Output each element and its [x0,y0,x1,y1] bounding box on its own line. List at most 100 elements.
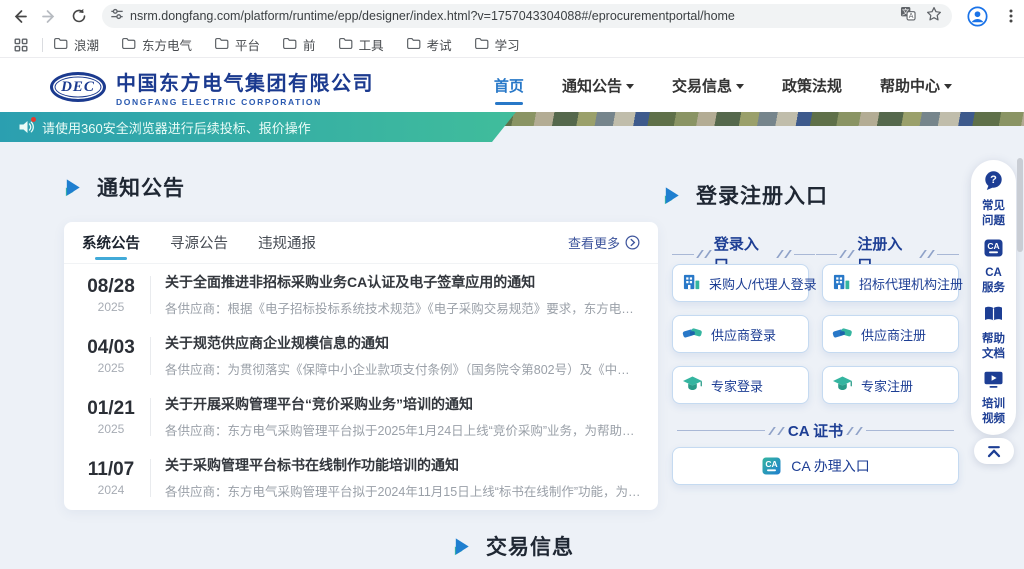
circle-arrow-icon [625,235,640,250]
bookmark-label: 平台 [235,35,260,54]
login-entry-button[interactable]: 专家登录 [672,366,809,404]
register-entry-button[interactable]: 招标代理机构注册 [822,264,959,302]
ca-cert-header: CA 证书 [666,420,965,441]
site-settings-icon[interactable] [110,7,124,26]
bookmark-folder[interactable]: 前 [282,35,316,54]
announcements-card: 系统公告 寻源公告 违规通报 查看更多 [64,222,658,510]
announcement-row[interactable]: 08/28 2025 关于全面推进非招标采购业务CA认证及电子签章应用的通知 各… [64,264,658,325]
announcement-row[interactable]: 04/03 2025 关于规范供应商企业规模信息的通知 各供应商：为贯彻落实《保… [64,325,658,386]
translate-icon[interactable]: 文A [900,6,916,26]
bookmark-folder[interactable]: 学习 [474,35,520,54]
entry-button-icon [832,375,853,395]
divider [150,337,151,375]
site-header: DEC 中国东方电气集团有限公司 DONGFANG ELECTRIC CORPO… [0,58,1024,112]
announcement-title[interactable]: 关于采购管理平台标书在线制作功能培训的通知 [165,455,642,475]
announcement-title[interactable]: 关于全面推进非招标采购业务CA认证及电子签章应用的通知 [165,272,642,292]
browser-window: nsrm.dongfang.com/platform/runtime/epp/d… [0,0,1024,569]
login-entry-button[interactable]: 采购人/代理人登录 [672,264,809,302]
sidebar-item-label: 培训视频 [981,397,1007,427]
chevron-down-icon [626,84,634,89]
company-name-cn: 中国东方电气集团有限公司 [116,67,374,96]
sidebar-quick-item[interactable]: 培训视频 [979,370,1009,427]
browser-menu-icon[interactable] [998,3,1024,29]
divider [150,276,151,314]
announcement-tab[interactable]: 系统公告 [82,222,140,264]
profile-avatar[interactable] [964,3,990,29]
forward-icon[interactable] [36,3,62,29]
announcement-title[interactable]: 关于规范供应商企业规模信息的通知 [165,333,642,353]
speaker-icon [18,119,36,135]
training-video-icon [983,370,1004,389]
bookmark-folder[interactable]: 工具 [338,35,384,54]
sidebar-item-icon [983,370,1004,394]
nav-item-label: 交易信息 [672,75,732,96]
view-more-link[interactable]: 查看更多 [568,233,640,252]
announcement-desc: 各供应商：东方电气采购管理平台拟于2024年11月15日上线“标书在线制作”功能… [165,481,642,500]
svg-text:CA: CA [766,459,778,469]
login-entry-button[interactable]: 供应商登录 [672,315,809,353]
announcement-list: 08/28 2025 关于全面推进非招标采购业务CA认证及电子签章应用的通知 各… [64,264,658,508]
sidebar-item-label: CA服务 [981,266,1007,296]
register-entry-button[interactable]: 专家注册 [822,366,959,404]
svg-text:A: A [909,13,914,20]
announcement-tab[interactable]: 违规通报 [258,222,316,264]
bookmark-folder[interactable]: 东方电气 [121,35,192,54]
sidebar-quick-item[interactable]: ? 常见问题 [979,170,1009,229]
bookmark-label: 学习 [495,35,520,54]
back-icon[interactable] [6,3,32,29]
ca-entry-button[interactable]: CA CA 办理入口 [672,447,959,485]
tab-label: 寻源公告 [170,232,228,253]
nav-item-label: 帮助中心 [880,75,940,96]
handshake-icon [832,325,853,341]
chevron-down-icon [736,84,744,89]
bookmark-label: 浪潮 [74,35,99,54]
bookmark-folder[interactable]: 考试 [406,35,452,54]
back-to-top-icon [985,445,1003,458]
entry-button-icon [832,325,853,344]
bookmark-label: 前 [303,35,316,54]
entry-button-icon [682,273,701,294]
reload-icon[interactable] [66,3,92,29]
bookmark-folder[interactable]: 浪潮 [53,35,99,54]
nav-item[interactable]: 政策法规 [782,58,842,112]
nav-item[interactable]: 首页 [494,58,524,112]
back-to-top-button[interactable] [974,438,1014,464]
trade-section-title: 交易信息 [452,531,574,561]
main-nav: 首页 通知公告 交易信息 政策法规 [494,58,952,112]
announcements-section-title: 通知公告 [63,172,185,202]
divider [150,398,151,436]
nav-item-label: 政策法规 [782,75,842,96]
section-arrow-icon [63,177,84,198]
bookmark-list: 浪潮 东方电气 平台 [53,35,542,54]
url-bar[interactable]: nsrm.dongfang.com/platform/runtime/epp/d… [102,4,952,28]
bookmark-folder[interactable]: 平台 [214,35,260,54]
graduation-cap-icon [682,375,703,392]
apps-grid-icon[interactable] [8,32,34,58]
nav-item[interactable]: 帮助中心 [880,58,952,112]
entry-button-label: 供应商注册 [861,325,926,344]
company-logo[interactable]: DEC 中国东方电气集团有限公司 DONGFANG ELECTRIC CORPO… [50,67,374,107]
sidebar-quick-item[interactable]: CA CA服务 [979,238,1009,296]
dec-logo-oval: DEC [50,72,106,102]
page-scrollbar-thumb[interactable] [1017,158,1023,252]
announcement-desc: 各供应商：东方电气采购管理平台拟于2025年1月24日上线“竞价采购”业务，为帮… [165,420,642,439]
bookmark-label: 考试 [427,35,452,54]
sidebar-item-label: 帮助文档 [981,332,1007,362]
folder-icon-slot [282,37,297,53]
sidebar-item-icon: ? [983,170,1004,196]
announcement-tab[interactable]: 寻源公告 [170,222,228,264]
announcement-title[interactable]: 关于开展采购管理平台“竞价采购业务”培训的通知 [165,394,642,414]
sidebar-item-icon: CA [983,238,1004,263]
announcement-row[interactable]: 11/07 2024 关于采购管理平台标书在线制作功能培训的通知 各供应商：东方… [64,447,658,508]
company-name-en: DONGFANG ELECTRIC CORPORATION [116,97,374,107]
announcement-row[interactable]: 01/21 2025 关于开展采购管理平台“竞价采购业务”培训的通知 各供应商：… [64,386,658,447]
sidebar-quick-item[interactable]: 帮助文档 [979,305,1009,362]
nav-item[interactable]: 通知公告 [562,58,634,112]
register-entry-button[interactable]: 供应商注册 [822,315,959,353]
sidebar-item-label: 常见问题 [981,199,1007,229]
svg-text:?: ? [990,174,997,186]
nav-item[interactable]: 交易信息 [672,58,744,112]
url-text[interactable]: nsrm.dongfang.com/platform/runtime/epp/d… [130,9,900,23]
question-bubble-icon: ? [983,170,1004,191]
bookmark-star-icon[interactable] [926,6,942,27]
